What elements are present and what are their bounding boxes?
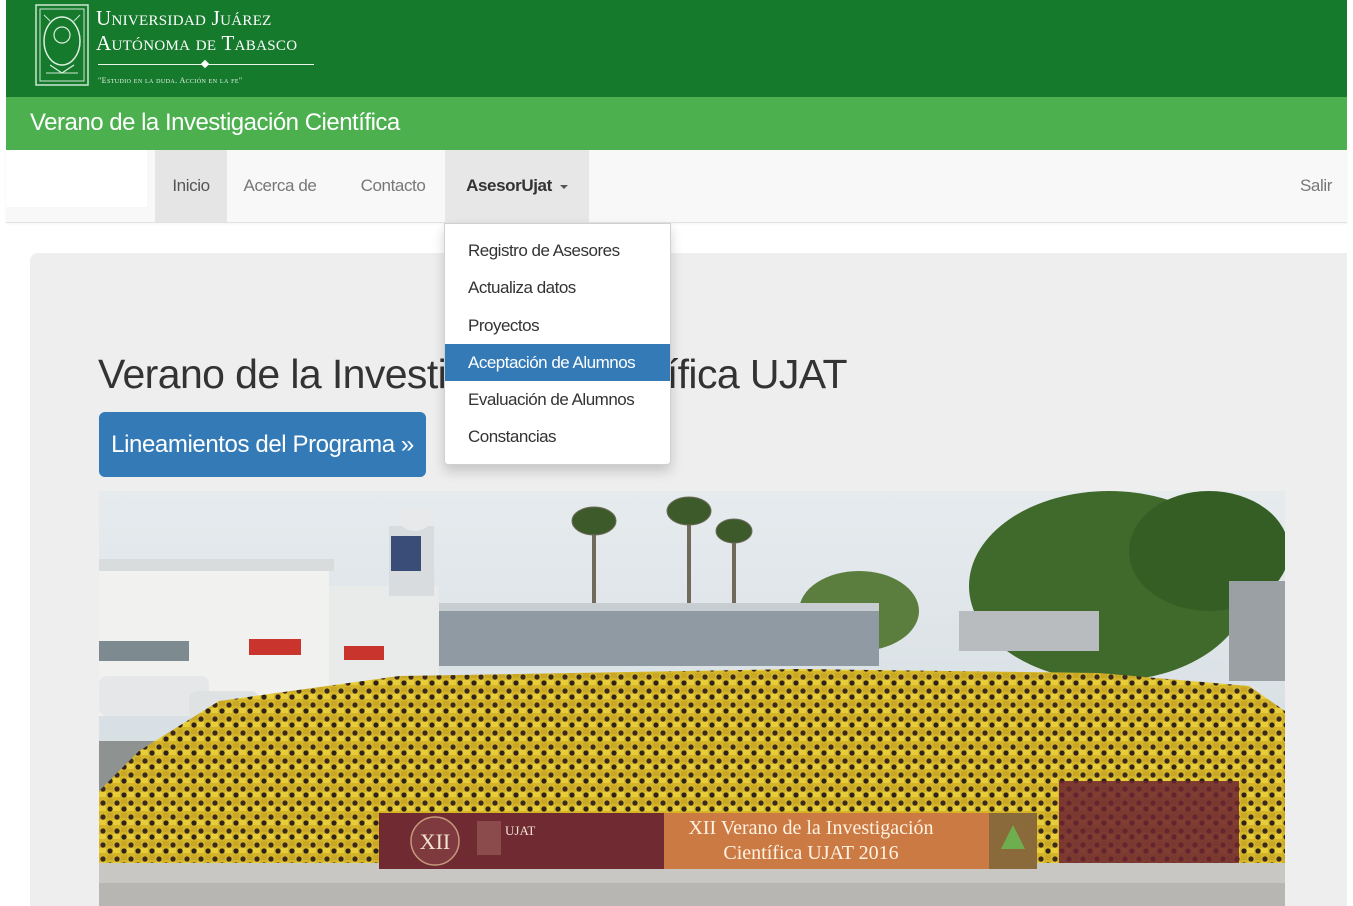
navbar-brand-area: [6, 150, 147, 207]
nav-asesorujat-dropdown[interactable]: AsesorUjat: [445, 150, 589, 222]
university-name: Universidad Juárez Autónoma de Tabasco: [96, 6, 297, 56]
banner-brand: UJAT: [505, 823, 535, 838]
university-seal-logo: [32, 3, 92, 88]
nav-salir[interactable]: Salir: [1291, 150, 1341, 222]
banner-line2: Científica UJAT 2016: [723, 842, 898, 864]
nav-acerca-de[interactable]: Acerca de: [230, 150, 330, 222]
program-title: Verano de la Investigación Científica: [30, 109, 400, 136]
university-name-line1: Universidad Juárez: [96, 6, 272, 30]
asesorujat-dropdown-menu: Registro de Asesores Actualiza datos Pro…: [444, 223, 671, 465]
menu-item-proyectos[interactable]: Proyectos: [445, 307, 670, 344]
program-bar: Verano de la Investigación Científica: [6, 97, 1347, 150]
menu-item-actualiza-datos[interactable]: Actualiza datos: [445, 269, 670, 306]
banner-line1: XII Verano de la Investigación: [688, 817, 933, 839]
nav-contacto[interactable]: Contacto: [348, 150, 438, 222]
nav-asesorujat-label: AsesorUjat: [466, 176, 552, 195]
university-divider: [98, 64, 314, 65]
university-motto: "Estudio en la duda. Acción en la fe": [98, 76, 243, 85]
nav-inicio[interactable]: Inicio: [155, 150, 227, 222]
navbar: Inicio Acerca de Contacto AsesorUjat Sal…: [6, 150, 1347, 223]
menu-item-registro-de-asesores[interactable]: Registro de Asesores: [445, 232, 670, 269]
banner-numeral: XII: [420, 829, 451, 854]
menu-item-constancias[interactable]: Constancias: [445, 418, 670, 455]
menu-item-evaluacion-de-alumnos[interactable]: Evaluación de Alumnos: [445, 381, 670, 418]
caret-down-icon: [559, 184, 568, 189]
menu-item-aceptacion-de-alumnos[interactable]: Aceptación de Alumnos: [445, 344, 670, 381]
group-photo: XII UJAT XII Verano de la Investigación …: [99, 491, 1285, 906]
lineamientos-button[interactable]: Lineamientos del Programa »: [99, 412, 426, 477]
university-name-line2: Autónoma de Tabasco: [96, 31, 298, 55]
university-header: Universidad Juárez Autónoma de Tabasco "…: [6, 0, 1347, 97]
